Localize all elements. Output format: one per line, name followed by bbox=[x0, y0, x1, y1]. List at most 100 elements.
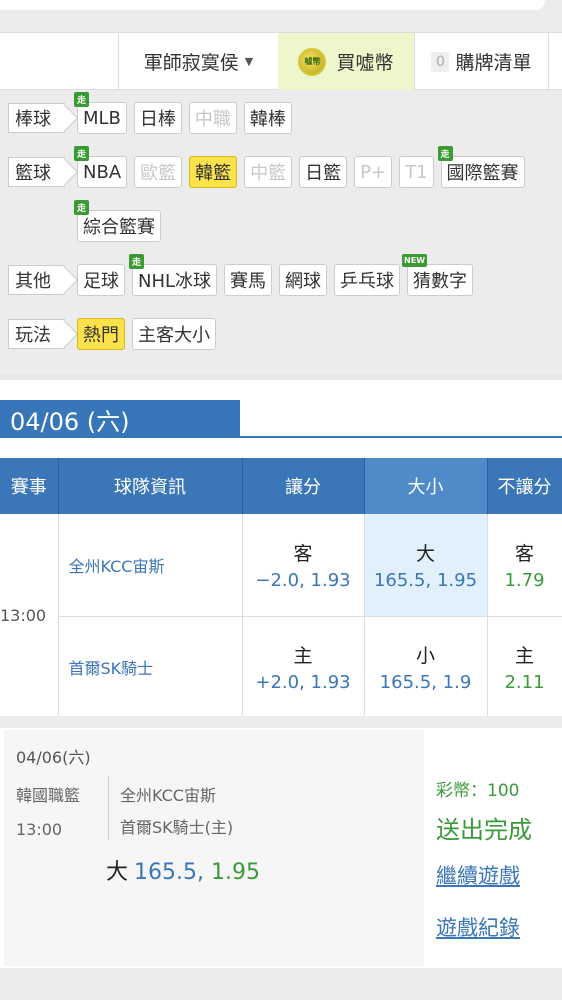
slip-time: 13:00 bbox=[16, 820, 63, 839]
team-home: 首爾SK騎士 bbox=[58, 616, 243, 719]
live-badge: 走 bbox=[74, 92, 89, 107]
tag-popular[interactable]: 熱門 bbox=[77, 318, 125, 350]
tag-intl-basketball[interactable]: 走國際籃賽 bbox=[437, 146, 525, 188]
spread-home-cell[interactable]: 主 +2.0, 1.93 bbox=[242, 616, 365, 719]
tag-home-away-ou[interactable]: 主客大小 bbox=[132, 318, 216, 350]
team-away: 全州KCC宙斯 bbox=[58, 514, 243, 617]
under-cell[interactable]: 小 165.5, 1.9 bbox=[364, 616, 488, 719]
live-badge: 走 bbox=[129, 254, 144, 269]
submit-status: 送出完成 bbox=[436, 816, 532, 844]
category-baseball: 棒球 bbox=[8, 103, 65, 133]
tag-soccer[interactable]: 足球 bbox=[77, 264, 125, 296]
tag-npb-label: 日棒 bbox=[139, 109, 176, 130]
tag-intl-basketball-label: 國際籃賽 bbox=[446, 163, 519, 184]
category-play: 玩法 bbox=[8, 319, 65, 349]
ml-side: 客 bbox=[514, 542, 534, 565]
tag-japanese-basketball[interactable]: 日籃 bbox=[299, 156, 348, 188]
new-badge: NEW bbox=[402, 254, 428, 267]
category-other: 其他 bbox=[8, 265, 65, 295]
top-strip bbox=[0, 0, 562, 32]
bet-slip-details: 04/06(六) 韓國職籃 13:00 全州KCC宙斯 首爾SK騎士(主) 大1… bbox=[4, 730, 424, 966]
spread-odds: 1.93 bbox=[310, 569, 351, 591]
continue-game-link[interactable]: 繼續遊戲 bbox=[436, 860, 520, 890]
user-menu-label: 軍師寂寞侯 bbox=[143, 52, 239, 74]
slip-team-home: 首爾SK騎士(主) bbox=[120, 818, 234, 837]
tag-p-plus-label: P+ bbox=[360, 161, 387, 183]
tag-mlb[interactable]: 走 MLB bbox=[74, 92, 127, 134]
tag-home-away-ou-label: 主客大小 bbox=[138, 325, 210, 346]
tag-mixed-basketball-label: 綜合籃賽 bbox=[83, 217, 155, 238]
lottery-coins: 彩幣：100 bbox=[436, 781, 520, 801]
tag-euro-basketball: 歐籃 bbox=[134, 156, 183, 188]
header-extra bbox=[548, 33, 562, 90]
purchase-list-label: 購牌清單 bbox=[455, 52, 532, 74]
game-time: 13:00 bbox=[0, 514, 59, 719]
tag-japanese-basketball-label: 日籃 bbox=[305, 163, 342, 184]
purchase-count-badge: 0 bbox=[431, 51, 450, 72]
tag-tennis-label: 網球 bbox=[285, 271, 322, 292]
spread-away-cell[interactable]: 客 −2.0, 1.93 bbox=[242, 514, 365, 617]
tag-kbo[interactable]: 韓棒 bbox=[243, 102, 292, 134]
ml-odds: 2.11 bbox=[504, 672, 545, 693]
date-underline bbox=[0, 436, 562, 438]
category-basketball: 籃球 bbox=[8, 157, 65, 187]
col-header-spread: 讓分 bbox=[242, 458, 365, 514]
user-menu[interactable]: 軍師寂寞侯 ▼ bbox=[118, 33, 278, 90]
tag-guess-number[interactable]: NEW 猜數字 bbox=[402, 254, 474, 296]
table-header-row: 賽事 球隊資訊 讓分 大小 不讓分 bbox=[0, 458, 562, 514]
buy-coins-label: 買噓幣 bbox=[336, 52, 394, 74]
purchase-list-button[interactable]: 0 購牌清單 bbox=[414, 33, 548, 90]
filter-row-baseball: 棒球 走 MLB 日棒 中職 韓棒 bbox=[8, 92, 299, 134]
filter-row-basketball: 籃球 走 NBA 歐籃 韓籃 中籃 日籃 P+ T1 走國際籃賽 bbox=[8, 146, 532, 188]
date-tab-label: 04/06 (六) bbox=[10, 407, 130, 436]
tag-nhl[interactable]: 走 NHL冰球 bbox=[129, 254, 218, 296]
tag-kbo-label: 韓棒 bbox=[249, 109, 286, 130]
tag-t1: T1 bbox=[399, 156, 434, 188]
ml-odds: 1.79 bbox=[504, 569, 545, 591]
tag-korean-basketball[interactable]: 韓籃 bbox=[189, 156, 238, 188]
tag-table-tennis[interactable]: 乒乓球 bbox=[334, 264, 401, 296]
col-header-team: 球隊資訊 bbox=[58, 458, 243, 514]
tag-npb[interactable]: 日棒 bbox=[133, 102, 182, 134]
tag-guess-number-label: 猜數字 bbox=[413, 271, 468, 292]
odds-table: 賽事 球隊資訊 讓分 大小 不讓分 13:00 全州KCC宙斯 客 −2.0, … bbox=[0, 458, 562, 719]
tag-chinese-basketball: 中籃 bbox=[244, 156, 293, 188]
spread-side: 客 bbox=[293, 542, 313, 565]
live-badge: 走 bbox=[437, 146, 453, 161]
tag-cpbl: 中職 bbox=[188, 102, 237, 134]
spread-line: −2.0, bbox=[255, 569, 305, 591]
slip-bet-line: 165.5, bbox=[134, 860, 204, 885]
over-cell[interactable]: 大 165.5, 1.95 bbox=[364, 514, 488, 617]
tag-cpbl-label: 中職 bbox=[194, 109, 231, 130]
sport-filters: 棒球 走 MLB 日棒 中職 韓棒 籃球 走 NBA 歐籃 韓籃 中籃 日籃 P+ … bbox=[0, 90, 562, 374]
ou-line: 165.5, bbox=[379, 672, 437, 693]
ou-side: 大 bbox=[415, 542, 435, 565]
spread-odds: 1.93 bbox=[310, 672, 351, 693]
slip-league: 韓國職籃 bbox=[16, 786, 81, 805]
game-history-link[interactable]: 遊戲紀錄 bbox=[436, 912, 520, 942]
tag-tennis[interactable]: 網球 bbox=[279, 264, 328, 296]
moneyline-away-cell[interactable]: 客 1.79 bbox=[487, 514, 562, 617]
tag-nba[interactable]: 走 NBA bbox=[74, 146, 128, 188]
caret-down-icon: ▼ bbox=[244, 55, 254, 68]
table-row: 13:00 全州KCC宙斯 客 −2.0, 1.93 大 165.5, 1.95… bbox=[0, 514, 562, 719]
header-bar: 軍師寂寞侯 ▼ 噓幣 買噓幣 0 購牌清單 bbox=[0, 32, 562, 90]
date-tab-slant bbox=[195, 400, 235, 438]
tag-horse-racing-label: 賽馬 bbox=[230, 271, 267, 292]
bet-slip: 04/06(六) 韓國職籃 13:00 全州KCC宙斯 首爾SK騎士(主) 大1… bbox=[0, 728, 562, 968]
moneyline-home-cell[interactable]: 主 2.11 bbox=[487, 616, 562, 719]
tag-table-tennis-label: 乒乓球 bbox=[340, 271, 395, 292]
coin-icon-text: 噓幣 bbox=[304, 57, 321, 66]
slip-divider bbox=[108, 776, 109, 840]
tag-euro-basketball-label: 歐籃 bbox=[140, 163, 177, 184]
tag-nhl-label: NHL冰球 bbox=[138, 271, 212, 292]
tag-horse-racing[interactable]: 賽馬 bbox=[224, 264, 273, 296]
tag-mixed-basketball[interactable]: 走綜合籃賽 bbox=[74, 200, 161, 242]
ou-side: 小 bbox=[415, 645, 435, 667]
live-badge: 走 bbox=[74, 200, 89, 215]
tag-mlb-label: MLB bbox=[83, 107, 121, 129]
bottom-strip bbox=[0, 968, 562, 1000]
buy-coins-button[interactable]: 噓幣 買噓幣 bbox=[278, 33, 414, 90]
filter-row-play: 玩法 熱門 主客大小 bbox=[8, 318, 223, 350]
tag-t1-label: T1 bbox=[405, 161, 428, 183]
